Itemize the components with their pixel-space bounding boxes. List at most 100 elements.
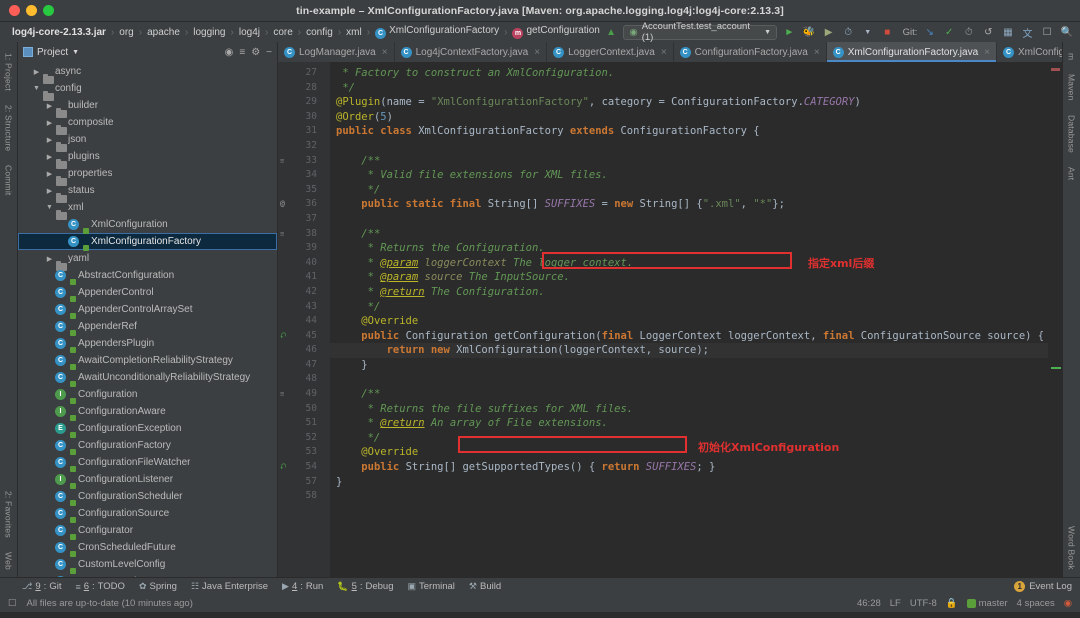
line-number-57[interactable]: 57 xyxy=(278,475,320,490)
breadcrumb-item-core[interactable]: core xyxy=(269,27,296,38)
code-line-41[interactable]: * @param source The InputSource. xyxy=(330,270,1048,285)
rail-item-m[interactable]: m xyxy=(1067,46,1077,67)
close-icon[interactable]: × xyxy=(534,47,540,58)
code-line-27[interactable]: * Factory to construct an XmlConfigurati… xyxy=(330,66,1048,81)
editor-tab-configurationfactory-java[interactable]: CConfigurationFactory.java× xyxy=(674,42,827,62)
rail-item-web[interactable]: Web xyxy=(4,545,14,577)
editor-tab-xmlconfiguration-java[interactable]: CXmlConfiguration.java× xyxy=(997,42,1062,62)
fold-marker-icon[interactable]: ≡ xyxy=(280,154,284,169)
editor-tab-xmlconfigurationfactory-java[interactable]: CXmlConfigurationFactory.java× xyxy=(827,42,997,62)
line-number-54[interactable]: ⮏54 xyxy=(278,460,320,475)
line-number-52[interactable]: 52 xyxy=(278,431,320,446)
debug-icon[interactable]: 🐝 xyxy=(802,25,817,40)
code-line-35[interactable]: */ xyxy=(330,183,1048,198)
line-number-44[interactable]: 44 xyxy=(278,314,320,329)
chevron-down-icon[interactable]: ▼ xyxy=(764,29,771,36)
undo-icon[interactable]: ↺ xyxy=(981,25,996,40)
git-history-icon[interactable]: ⏱ xyxy=(962,25,977,40)
line-number-27[interactable]: 27 xyxy=(278,66,320,81)
chevron-down-icon[interactable]: ▼ xyxy=(31,85,42,92)
run-coverage-icon[interactable]: ▶ xyxy=(821,25,836,40)
breadcrumb-item-config[interactable]: config xyxy=(302,27,337,38)
line-number-47[interactable]: 47 xyxy=(278,358,320,373)
tree-item-appendersplugin[interactable]: CAppendersPlugin xyxy=(18,335,277,352)
zoom-window-button[interactable] xyxy=(43,5,54,16)
tree-item-awaitcompletionreliabilitystrategy[interactable]: CAwaitCompletionReliabilityStrategy xyxy=(18,352,277,369)
code-line-40[interactable]: * @param loggerContext The logger contex… xyxy=(330,256,1048,271)
rail-item-commit[interactable]: Commit xyxy=(4,158,14,202)
line-number-33[interactable]: ≡33 xyxy=(278,154,320,169)
chevron-right-icon[interactable]: ▶ xyxy=(44,187,55,195)
tool-window-terminal[interactable]: ▣Terminal xyxy=(408,581,455,592)
breadcrumb[interactable]: log4j-core-2.13.3.jar›org›apache›logging… xyxy=(8,25,604,39)
breadcrumb-item-apache[interactable]: apache xyxy=(143,27,184,38)
line-number-46[interactable]: 46 xyxy=(278,343,320,358)
tool-window-java-enterprise[interactable]: ☷Java Enterprise xyxy=(191,581,268,592)
line-number-48[interactable]: 48 xyxy=(278,372,320,387)
line-number-58[interactable]: 58 xyxy=(278,489,320,504)
tree-item-configurationfactory[interactable]: CConfigurationFactory xyxy=(18,437,277,454)
line-number-41[interactable]: 41 xyxy=(278,270,320,285)
editor-tab-log4jcontextfactory-java[interactable]: CLog4jContextFactory.java× xyxy=(395,42,548,62)
chevron-down-icon[interactable]: ▼ xyxy=(72,49,79,56)
editor-tab-loggercontext-java[interactable]: CLoggerContext.java× xyxy=(547,42,674,62)
breadcrumb-item-getconfiguration[interactable]: mgetConfiguration xyxy=(508,25,603,39)
window-icon[interactable]: ☐ xyxy=(1040,25,1055,40)
tool-window-spring[interactable]: ✿Spring xyxy=(139,581,177,592)
line-number-28[interactable]: 28 xyxy=(278,81,320,96)
minimize-window-button[interactable] xyxy=(26,5,37,16)
git-commit-icon[interactable]: ✓ xyxy=(942,25,957,40)
git-update-icon[interactable]: ↘ xyxy=(922,25,937,40)
editor-tab-bar[interactable]: CLogManager.java×CLog4jContextFactory.ja… xyxy=(278,42,1062,62)
annotation-marker-icon[interactable]: @ xyxy=(280,197,285,212)
rail-item-2-favorites[interactable]: 2: Favorites xyxy=(4,484,14,545)
line-number-gutter[interactable]: 272829303132≡333435@3637≡38394041424344⮏… xyxy=(278,62,320,577)
line-number-34[interactable]: 34 xyxy=(278,168,320,183)
line-number-42[interactable]: 42 xyxy=(278,285,320,300)
breadcrumb-item-log4j[interactable]: log4j xyxy=(235,27,264,38)
line-number-30[interactable]: 30 xyxy=(278,110,320,125)
run-icon[interactable]: ► xyxy=(782,25,797,40)
code-line-36[interactable]: public static final String[] SUFFIXES = … xyxy=(330,197,1048,212)
line-number-35[interactable]: 35 xyxy=(278,183,320,198)
tree-item-yaml[interactable]: ▶yaml xyxy=(18,250,277,267)
tree-item-appenderref[interactable]: CAppenderRef xyxy=(18,318,277,335)
rail-item-1-project[interactable]: 1: Project xyxy=(4,46,14,98)
close-icon[interactable]: × xyxy=(984,47,990,58)
build-icon[interactable]: ▲ xyxy=(604,25,619,40)
code-line-43[interactable]: */ xyxy=(330,300,1048,315)
tool-window-debug[interactable]: 🐛5:Debug xyxy=(337,581,393,592)
code-line-38[interactable]: /** xyxy=(330,227,1048,242)
tree-item-appendercontrolarrayset[interactable]: CAppenderControlArraySet xyxy=(18,301,277,318)
code-line-51[interactable]: * @return An array of File extensions. xyxy=(330,416,1048,431)
code-line-44[interactable]: @Override xyxy=(330,314,1048,329)
breadcrumb-item-xml[interactable]: xml xyxy=(342,27,366,38)
tree-item-xmlconfigurationfactory[interactable]: CXmlConfigurationFactory xyxy=(18,233,277,250)
line-number-49[interactable]: ≡49 xyxy=(278,387,320,402)
code-line-28[interactable]: */ xyxy=(330,81,1048,96)
breadcrumb-item-org[interactable]: org xyxy=(115,27,137,38)
editor-scroll-markers[interactable] xyxy=(1048,62,1062,577)
code-line-45[interactable]: public Configuration getConfiguration(fi… xyxy=(330,329,1048,344)
tree-item-configurationfilewatcher[interactable]: CConfigurationFileWatcher xyxy=(18,454,277,471)
line-number-31[interactable]: 31 xyxy=(278,124,320,139)
override-marker-icon[interactable]: ⮏ xyxy=(280,460,286,475)
close-icon[interactable]: × xyxy=(382,47,388,58)
tree-item-cronscheduledfuture[interactable]: CCronScheduledFuture xyxy=(18,539,277,556)
tool-window-todo[interactable]: ≡6:TODO xyxy=(75,581,124,592)
code-line-57[interactable]: } xyxy=(330,475,1048,490)
vcs-branch[interactable]: master xyxy=(967,598,1008,609)
code-line-58[interactable] xyxy=(330,489,1048,504)
code-line-48[interactable] xyxy=(330,372,1048,387)
line-number-45[interactable]: ⮏45 xyxy=(278,329,320,344)
tree-item-configurator[interactable]: CConfigurator xyxy=(18,522,277,539)
tree-item-async[interactable]: ▶async xyxy=(18,63,277,80)
line-number-36[interactable]: @36 xyxy=(278,197,320,212)
chevron-right-icon[interactable]: ▶ xyxy=(44,119,55,127)
line-number-40[interactable]: 40 xyxy=(278,256,320,271)
fold-marker-icon[interactable]: ≡ xyxy=(280,227,284,242)
profile-icon[interactable]: ⏱ xyxy=(841,25,856,40)
code-line-42[interactable]: * @return The Configuration. xyxy=(330,285,1048,300)
project-tree[interactable]: ▶async▼config▶builder▶composite▶json▶plu… xyxy=(18,62,277,577)
tree-item-abstractconfiguration[interactable]: CAbstractConfiguration xyxy=(18,267,277,284)
